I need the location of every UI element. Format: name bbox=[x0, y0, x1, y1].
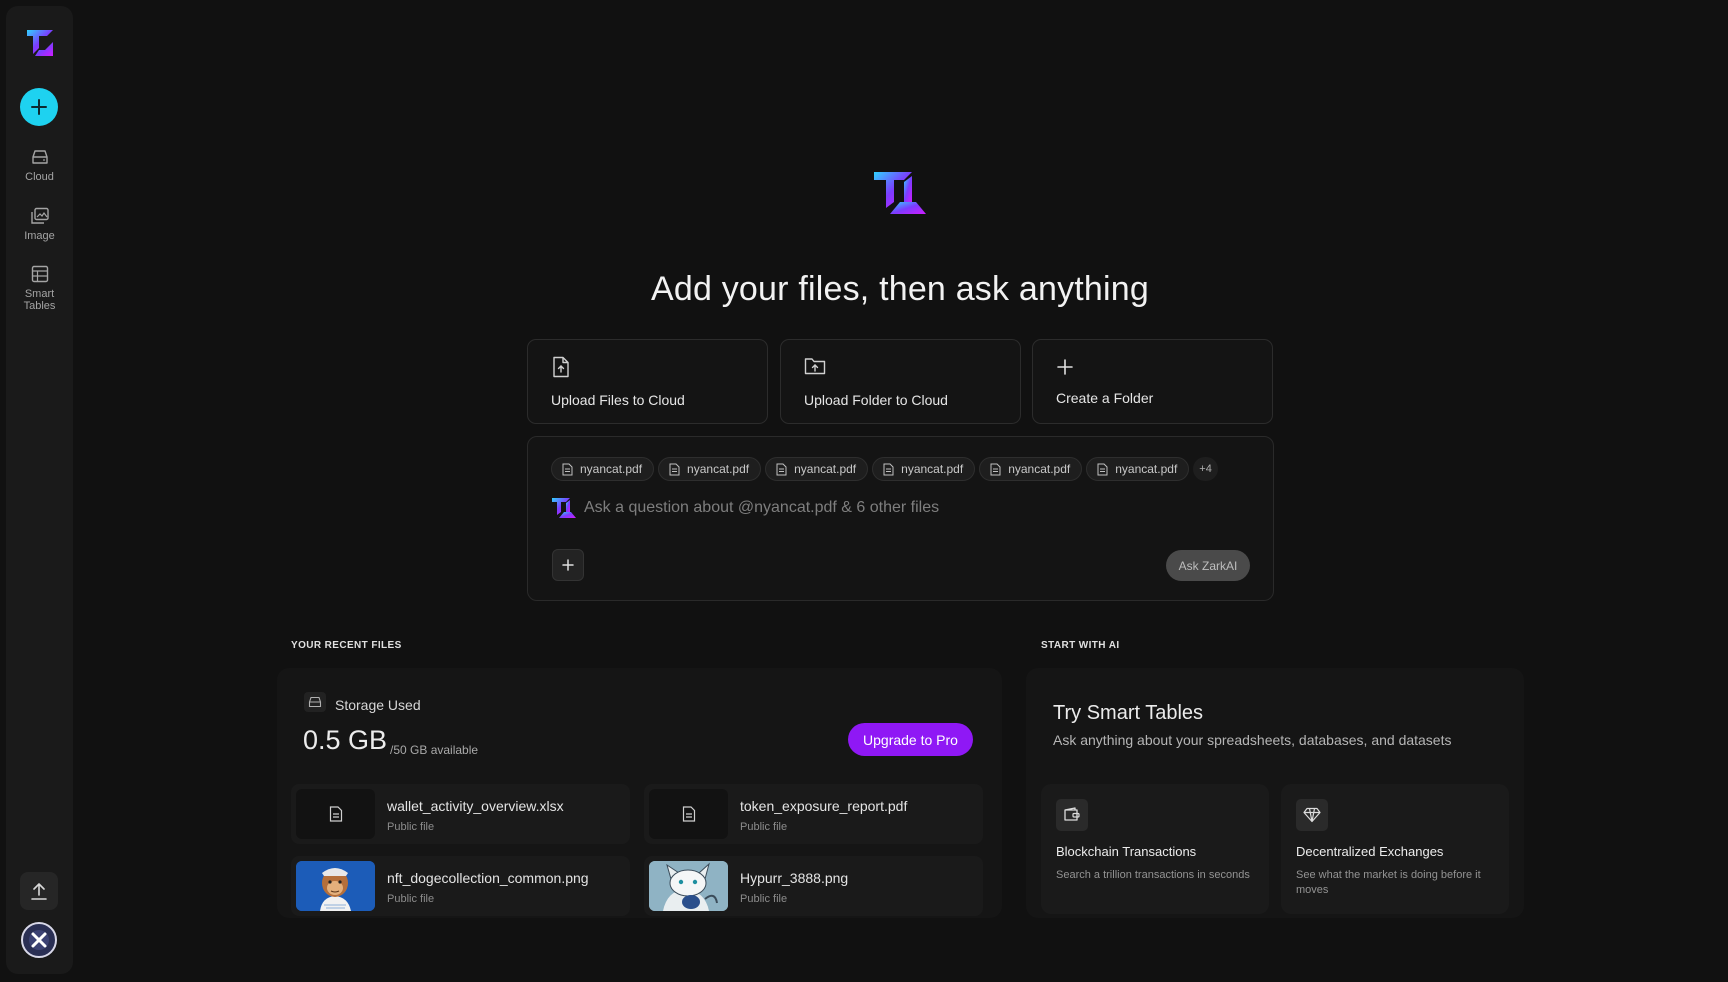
file-name: wallet_activity_overview.xlsx bbox=[387, 798, 564, 814]
file-name: token_exposure_report.pdf bbox=[740, 798, 908, 814]
plus-icon bbox=[31, 99, 47, 115]
document-icon bbox=[883, 463, 894, 475]
file-thumbnail bbox=[296, 789, 375, 839]
avatar[interactable] bbox=[21, 922, 57, 958]
document-icon bbox=[990, 463, 1001, 475]
sidebar-item-label: Cloud bbox=[25, 171, 54, 183]
sidebar-item-image[interactable]: Image bbox=[6, 207, 73, 242]
sidebar-item-label: Image bbox=[24, 230, 55, 242]
recent-file-card[interactable]: token_exposure_report.pdf Public file bbox=[644, 784, 983, 844]
upload-icon bbox=[31, 883, 47, 900]
zark-logo-icon bbox=[874, 172, 926, 214]
folder-upload-icon bbox=[804, 358, 826, 375]
storage-label: Storage Used bbox=[335, 697, 421, 713]
avatar-icon bbox=[29, 930, 49, 950]
recent-file-card[interactable]: wallet_activity_overview.xlsx Public fil… bbox=[291, 784, 630, 844]
document-icon bbox=[669, 463, 680, 475]
zark-logo-icon bbox=[552, 498, 576, 518]
attached-files: nyancat.pdf nyancat.pdf nyancat.pdf nyan… bbox=[551, 457, 1218, 481]
ape-image-icon bbox=[296, 861, 375, 911]
section-label-start-ai: START WITH AI bbox=[1041, 640, 1120, 651]
new-button[interactable] bbox=[20, 88, 58, 126]
ai-card-description: Search a trillion transactions in second… bbox=[1056, 869, 1250, 881]
document-icon bbox=[562, 463, 573, 475]
file-thumbnail bbox=[296, 861, 375, 911]
zark-logo-icon[interactable] bbox=[25, 28, 55, 58]
ask-submit-button[interactable]: Ask ZarkAI bbox=[1166, 550, 1250, 581]
file-chip[interactable]: nyancat.pdf bbox=[1086, 457, 1190, 481]
action-label: Create a Folder bbox=[1056, 390, 1154, 406]
upgrade-button[interactable]: Upgrade to Pro bbox=[848, 723, 973, 756]
sidebar: Cloud Image Smart Tables bbox=[6, 6, 73, 974]
file-chip[interactable]: nyancat.pdf bbox=[872, 457, 976, 481]
sidebar-item-cloud[interactable]: Cloud bbox=[6, 148, 73, 183]
file-chip[interactable]: nyancat.pdf bbox=[979, 457, 1083, 481]
ai-card-title: Blockchain Transactions bbox=[1056, 844, 1197, 859]
create-folder-button[interactable]: Create a Folder bbox=[1032, 339, 1273, 424]
file-chip-label: nyancat.pdf bbox=[580, 462, 643, 476]
image-icon bbox=[30, 207, 49, 224]
recent-files-panel: Storage Used 0.5 GB /50 GB available Upg… bbox=[277, 668, 1002, 918]
more-files-badge[interactable]: +4 bbox=[1193, 457, 1218, 481]
file-thumbnail bbox=[649, 789, 728, 839]
smart-tables-subtitle: Ask anything about your spreadsheets, da… bbox=[1053, 732, 1452, 748]
document-icon bbox=[776, 463, 787, 475]
attach-button[interactable] bbox=[552, 549, 584, 581]
start-with-ai-panel: Try Smart Tables Ask anything about your… bbox=[1026, 668, 1524, 918]
file-thumbnail bbox=[649, 861, 728, 911]
upload-button[interactable] bbox=[20, 872, 58, 910]
file-chip[interactable]: nyancat.pdf bbox=[765, 457, 869, 481]
file-visibility: Public file bbox=[387, 893, 435, 905]
action-label: Upload Files to Cloud bbox=[551, 392, 685, 408]
file-chip[interactable]: nyancat.pdf bbox=[551, 457, 655, 481]
file-chip-label: nyancat.pdf bbox=[1008, 462, 1071, 476]
drive-icon bbox=[31, 150, 48, 164]
ai-card-description: See what the market is doing before it m… bbox=[1296, 869, 1481, 896]
recent-file-card[interactable]: nft_dogecollection_common.png Public fil… bbox=[291, 856, 630, 916]
wallet-icon bbox=[1056, 799, 1088, 831]
drive-icon bbox=[304, 692, 326, 712]
upload-folder-button[interactable]: Upload Folder to Cloud bbox=[780, 339, 1021, 424]
upload-files-button[interactable]: Upload Files to Cloud bbox=[527, 339, 768, 424]
document-icon bbox=[682, 806, 695, 822]
smart-tables-title: Try Smart Tables bbox=[1053, 702, 1204, 724]
ai-card-decentralized-exchanges[interactable]: Decentralized Exchanges See what the mar… bbox=[1281, 784, 1509, 914]
ask-input[interactable] bbox=[584, 497, 1224, 519]
ai-card-blockchain-transactions[interactable]: Blockchain Transactions Search a trillio… bbox=[1041, 784, 1269, 914]
plus-icon bbox=[562, 559, 574, 571]
recent-file-card[interactable]: Hypurr_3888.png Public file bbox=[644, 856, 983, 916]
file-visibility: Public file bbox=[740, 893, 788, 905]
file-chip-label: nyancat.pdf bbox=[1115, 462, 1178, 476]
action-label: Upload Folder to Cloud bbox=[804, 392, 948, 408]
file-visibility: Public file bbox=[387, 821, 435, 833]
storage-available: /50 GB available bbox=[390, 743, 479, 757]
file-name: nft_dogecollection_common.png bbox=[387, 870, 589, 886]
storage-used: 0.5 GB bbox=[303, 725, 388, 755]
ai-card-title: Decentralized Exchanges bbox=[1296, 844, 1444, 859]
file-upload-icon bbox=[553, 356, 569, 378]
file-visibility: Public file bbox=[740, 821, 788, 833]
document-icon bbox=[329, 806, 342, 822]
plus-icon bbox=[1057, 359, 1073, 375]
cat-image-icon bbox=[649, 861, 728, 911]
section-label-recent-files: YOUR RECENT FILES bbox=[291, 640, 402, 651]
diamond-icon bbox=[1296, 799, 1328, 831]
file-name: Hypurr_3888.png bbox=[740, 870, 849, 886]
file-chip-label: nyancat.pdf bbox=[794, 462, 857, 476]
document-icon bbox=[1097, 463, 1108, 475]
file-chip[interactable]: nyancat.pdf bbox=[658, 457, 762, 481]
file-chip-label: nyancat.pdf bbox=[687, 462, 750, 476]
page-title: Add your files, then ask anything bbox=[650, 270, 1149, 308]
ask-box: nyancat.pdf nyancat.pdf nyancat.pdf nyan… bbox=[527, 436, 1274, 601]
file-chip-label: nyancat.pdf bbox=[901, 462, 964, 476]
